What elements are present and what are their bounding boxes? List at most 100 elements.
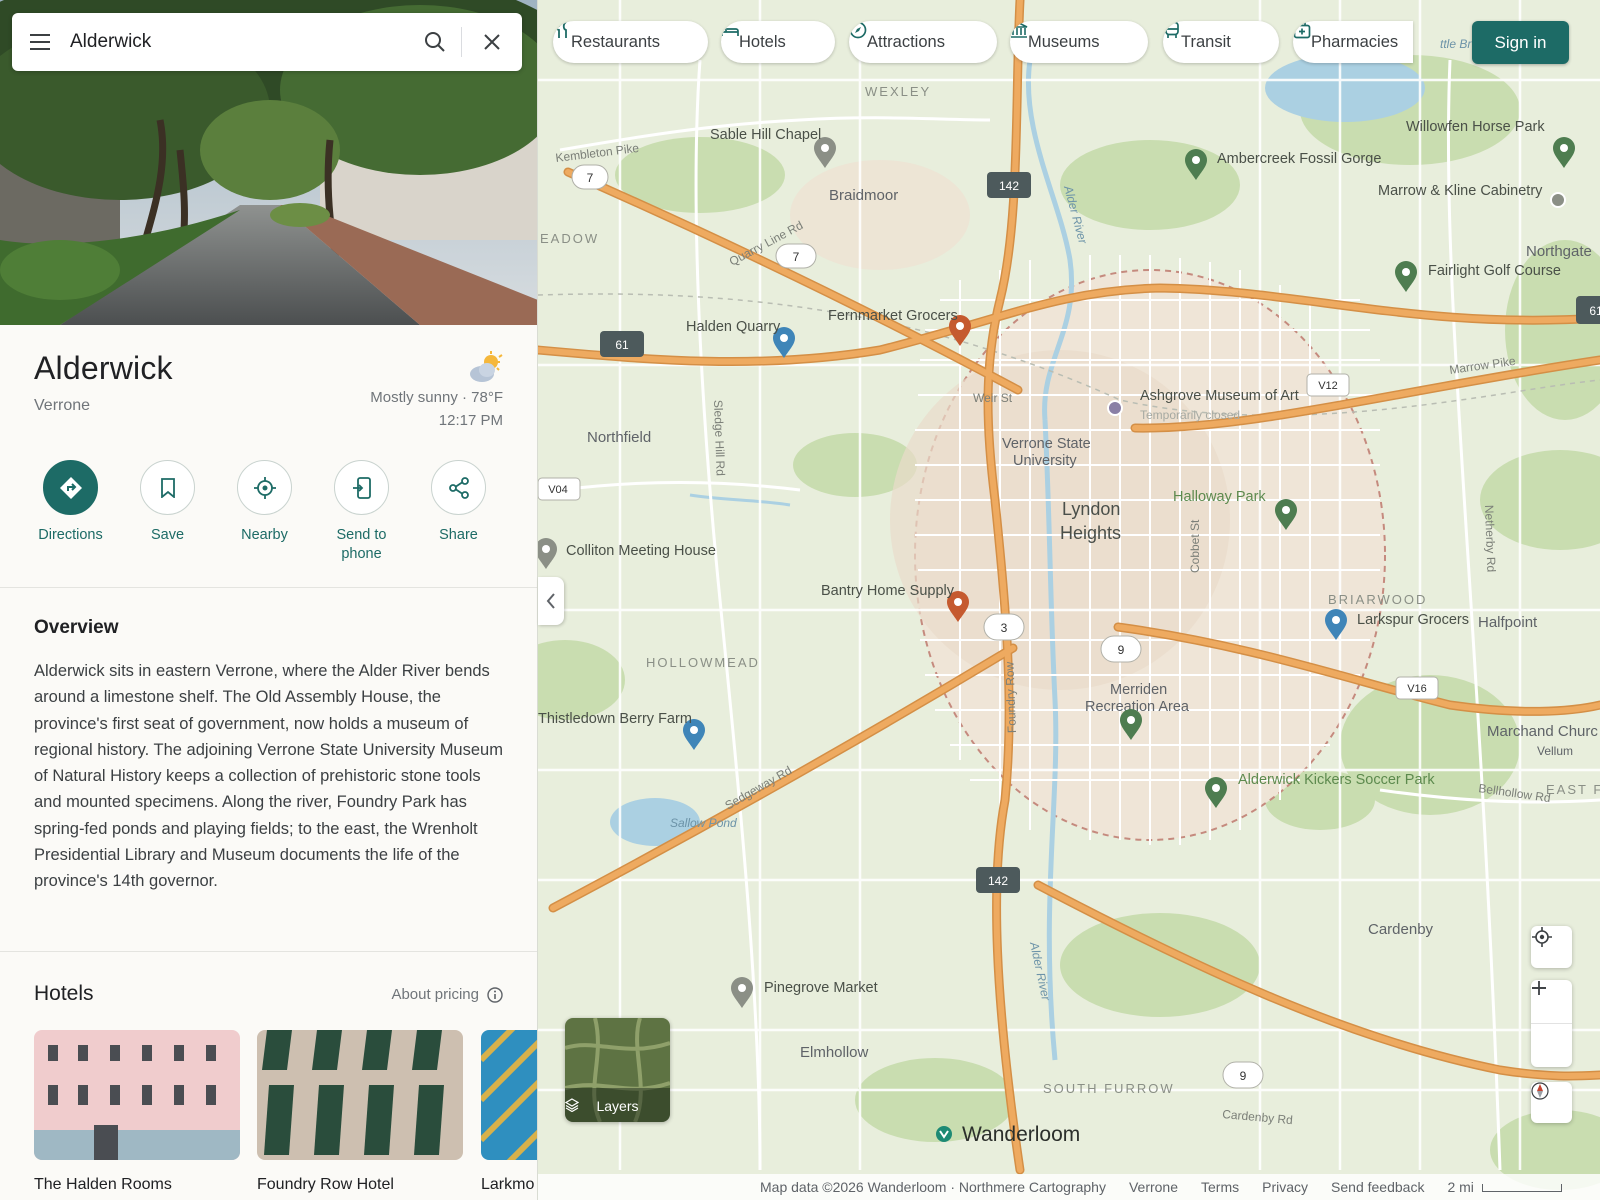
chip-hotels[interactable]: Hotels <box>721 21 835 63</box>
layers-label: Layers <box>565 1098 670 1114</box>
svg-text:Alderwick Kickers Soccer Park: Alderwick Kickers Soccer Park <box>1238 772 1435 788</box>
search-box[interactable]: Alderwick <box>12 13 522 71</box>
route-shield: V16 <box>1407 683 1427 695</box>
svg-text:Fernmarket Grocers: Fernmarket Grocers <box>828 308 958 324</box>
district-label: SOUTH FURROW <box>1043 1081 1175 1096</box>
scale-bar <box>1481 1184 1562 1193</box>
hotel-name: Larkmo <box>481 1176 535 1193</box>
search-icon <box>425 32 445 52</box>
place-label: Northfield <box>587 429 651 446</box>
compass-icon <box>849 21 867 39</box>
place-label: Northgate <box>1526 243 1592 260</box>
action-label: Share <box>439 527 478 543</box>
road-label: Sledge Hill Rd <box>711 400 728 476</box>
svg-text:Pinegrove Market: Pinegrove Market <box>764 980 878 996</box>
directions-button[interactable]: Directions <box>22 460 119 564</box>
route-shield: V12 <box>1318 380 1338 392</box>
medical-bag-icon <box>1293 22 1311 39</box>
chip-transit[interactable]: Transit <box>1163 21 1279 63</box>
svg-text:Ambercreek Fossil Gorge: Ambercreek Fossil Gorge <box>1217 151 1381 167</box>
search-input[interactable]: Alderwick <box>68 31 409 53</box>
place-panel: Alderwick Alderwick Verrone Mostly sunny… <box>0 0 538 1200</box>
water-label: Sallow Pond <box>670 816 737 830</box>
directions-icon <box>59 476 82 499</box>
svg-text:Colliton Meeting House: Colliton Meeting House <box>566 543 716 559</box>
museum-icon <box>1010 22 1028 38</box>
route-shield: 61 <box>615 338 629 352</box>
attribution: Map data ©2026 Wanderloom · Northmere Ca… <box>760 1179 1106 1195</box>
svg-text:Temporarily closed: Temporarily closed <box>1140 408 1240 422</box>
district-label: EADOW <box>540 231 599 246</box>
hotel-card[interactable]: Larkmo <box>481 1030 537 1194</box>
scale-label: 2 mi <box>1447 1179 1562 1195</box>
sign-in-button[interactable]: Sign in <box>1472 21 1569 64</box>
send-feedback-link[interactable]: Send feedback <box>1331 1179 1424 1195</box>
hotel-card[interactable]: The Halden Rooms <box>34 1030 240 1194</box>
svg-text:Ashgrove Museum of Art: Ashgrove Museum of Art <box>1140 388 1299 404</box>
map-footer: Map data ©2026 Wanderloom · Northmere Ca… <box>538 1174 1600 1200</box>
bookmark-icon <box>160 477 175 498</box>
hotel-card[interactable]: Foundry Row Hotel <box>257 1030 463 1194</box>
privacy-link[interactable]: Privacy <box>1262 1179 1308 1195</box>
region-link[interactable]: Verrone <box>1129 1179 1178 1195</box>
layers-icon <box>565 1098 579 1112</box>
hotel-photo <box>34 1030 240 1160</box>
chip-pharmacies[interactable]: Pharmacies <box>1293 21 1413 63</box>
action-label: Save <box>150 527 185 543</box>
route-shield: 3 <box>1001 621 1008 635</box>
place-label: Verrone State <box>1002 436 1091 452</box>
svg-text:Fairlight Golf Course: Fairlight Golf Course <box>1428 263 1561 279</box>
chip-label: Pharmacies <box>1311 32 1399 51</box>
place-label: Marchand Churc <box>1487 723 1598 740</box>
compass-button[interactable] <box>1531 1082 1572 1123</box>
road-label: Netherby Rd <box>1482 505 1498 573</box>
place-label: University <box>1013 453 1077 469</box>
action-label: Send to phone <box>336 527 387 562</box>
chip-attractions[interactable]: Attractions <box>849 21 997 63</box>
chip-label: Transit <box>1181 32 1231 51</box>
place-title: Alderwick <box>34 350 173 386</box>
weather-condition: Mostly sunny · 78°F <box>370 389 503 406</box>
layers-text: Layers <box>596 1098 639 1114</box>
info-icon <box>487 986 503 1003</box>
chip-label: Attractions <box>867 32 945 51</box>
zoom-out-button[interactable] <box>1531 987 1572 1067</box>
search-button[interactable] <box>409 13 461 71</box>
bus-icon <box>1165 21 1179 38</box>
weather-widget: Mostly sunny · 78°F 12:17 PM <box>370 350 503 432</box>
divider <box>0 951 537 952</box>
scale-text: 2 mi <box>1447 1179 1474 1195</box>
hotel-name: Foundry Row Hotel <box>257 1176 394 1193</box>
place-label: Cardenby <box>1368 921 1434 938</box>
save-button[interactable]: Save <box>119 460 216 564</box>
hotel-photo <box>481 1030 537 1160</box>
water-label: ttle Br <box>1440 37 1472 51</box>
clear-search-button[interactable] <box>462 13 522 71</box>
district-label: HOLLOWMEAD <box>646 655 760 670</box>
chip-restaurants[interactable]: Restaurants <box>553 21 708 63</box>
route-shield: V04 <box>548 484 568 496</box>
place-label: Halfpoint <box>1478 614 1538 631</box>
divider <box>0 587 537 588</box>
terms-link[interactable]: Terms <box>1201 1179 1239 1195</box>
svg-text:Sable Hill Chapel: Sable Hill Chapel <box>710 127 821 143</box>
share-button[interactable]: Share <box>410 460 507 564</box>
my-location-button[interactable] <box>1531 926 1572 968</box>
district-label: BRIARWOOD <box>1328 592 1427 607</box>
collapse-panel-button[interactable] <box>538 577 564 625</box>
road-label: Weir St <box>973 391 1013 405</box>
place-label: Lyndon <box>1062 499 1120 519</box>
zoom-controls <box>1531 980 1572 1067</box>
send-to-phone-button[interactable]: Send to phone <box>313 460 410 564</box>
chip-museums[interactable]: Museums <box>1010 21 1148 63</box>
overview-text: Alderwick sits in eastern Verrone, where… <box>34 662 503 891</box>
route-shield: 7 <box>793 250 800 264</box>
nearby-icon <box>253 476 276 499</box>
menu-button[interactable] <box>12 13 68 71</box>
about-pricing-link[interactable]: About pricing <box>391 986 503 1003</box>
svg-text:Thistledown Berry Farm: Thistledown Berry Farm <box>538 711 692 727</box>
layers-button[interactable]: Layers <box>565 1018 670 1122</box>
minus-icon <box>1532 987 1546 989</box>
nearby-button[interactable]: Nearby <box>216 460 313 564</box>
place-label: Vellum <box>1537 744 1573 758</box>
